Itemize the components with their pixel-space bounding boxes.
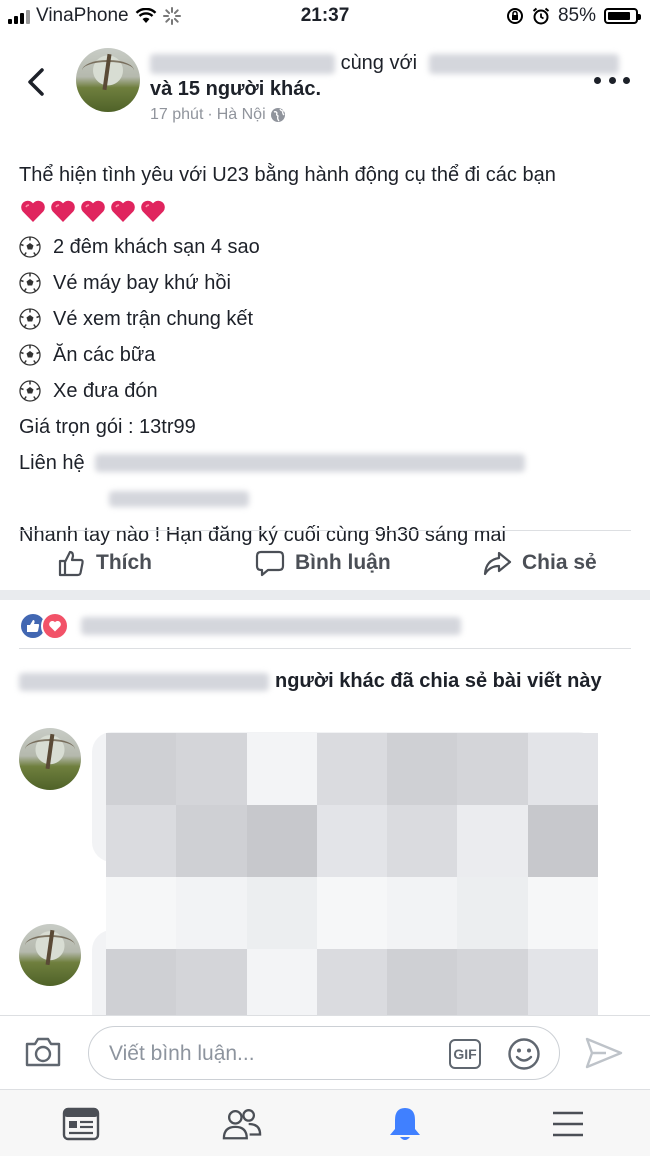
share-label: Chia sẻ — [522, 551, 597, 574]
offer-item: 2 đêm khách sạn 4 sao — [19, 229, 639, 265]
post-actions: Thích Bình luận Chia sẻ — [0, 540, 650, 588]
soccer-ball-icon — [19, 344, 41, 366]
like-button[interactable]: Thích — [56, 548, 152, 578]
camera-button[interactable] — [24, 1036, 62, 1073]
pixelated-comments — [106, 733, 598, 1021]
tab-notifications[interactable] — [385, 1104, 425, 1144]
status-bar: VinaPhone 21:37 85% — [0, 0, 650, 34]
shares-summary[interactable]: người khác đã chia sẻ bài viết này — [19, 670, 602, 693]
contact-info-blurred-2 — [109, 491, 249, 507]
offer-item: Ăn các bữa — [19, 337, 639, 373]
contact-line: Liên hệ — [19, 445, 639, 481]
news-feed-icon — [62, 1107, 100, 1141]
heart-emoji-icon — [51, 200, 75, 222]
reactors-names-blurred[interactable] — [81, 617, 461, 635]
with-text: cùng với — [340, 52, 418, 74]
author-avatar[interactable] — [76, 48, 140, 112]
post-intro: Thể hiện tình yêu với U23 bằng hành động… — [19, 164, 556, 186]
commenter-avatar[interactable] — [19, 924, 81, 986]
battery-percent: 85% — [557, 5, 596, 26]
section-separator — [0, 590, 650, 600]
comment-label: Bình luận — [295, 551, 391, 574]
price-line: Giá trọn gói : 13tr99 — [19, 416, 196, 438]
send-icon — [585, 1037, 623, 1069]
more-icon — [594, 76, 601, 84]
menu-icon — [553, 1111, 583, 1137]
offer-item-text: Xe đưa đón — [53, 380, 158, 402]
comment-button[interactable]: Bình luận — [255, 548, 391, 578]
contact-line-2 — [19, 481, 639, 517]
comment-input[interactable] — [107, 1039, 441, 1069]
tagged-others-link[interactable]: và 15 người khác. — [150, 78, 321, 101]
smiley-icon — [508, 1038, 540, 1070]
share-arrow-icon — [483, 551, 512, 576]
tagged-name-blurred[interactable] — [428, 53, 619, 74]
shares-text: người khác đã chia sẻ bài viết này — [275, 670, 602, 692]
offer-item: Xe đưa đón — [19, 373, 639, 409]
contact-label: Liên hệ — [19, 452, 85, 474]
emoji-button[interactable] — [507, 1037, 541, 1076]
comment-composer: GIF — [0, 1015, 650, 1090]
post-time[interactable]: 17 phút — [150, 106, 203, 124]
post-author-line: cùng với — [150, 52, 619, 75]
love-reaction-icon — [41, 612, 69, 640]
comment-bubble-icon — [255, 550, 285, 577]
divider — [19, 648, 631, 649]
post-location[interactable]: Hà Nội — [217, 106, 266, 124]
offer-item: Vé xem trận chung kết — [19, 301, 639, 337]
more-options-button[interactable] — [594, 68, 630, 92]
battery-icon — [604, 8, 641, 24]
alarm-icon — [532, 7, 550, 25]
soccer-ball-icon — [19, 272, 41, 294]
divider — [19, 530, 631, 531]
reactions-summary[interactable] — [19, 612, 461, 640]
chevron-left-icon — [28, 68, 44, 96]
post-content: Thể hiện tình yêu với U23 bằng hành động… — [19, 157, 639, 553]
soccer-ball-icon — [19, 380, 41, 402]
hearts-row — [19, 193, 639, 229]
comment-field[interactable]: GIF — [88, 1026, 560, 1080]
offer-item-text: Ăn các bữa — [53, 344, 156, 366]
post-meta: 17 phút · Hà Nội — [150, 106, 286, 124]
share-button[interactable]: Chia sẻ — [482, 548, 597, 578]
thumbs-up-icon — [58, 550, 84, 577]
heart-emoji-icon — [111, 200, 135, 222]
contact-info-blurred — [94, 454, 525, 472]
offer-items: 2 đêm khách sạn 4 sao Vé máy bay khứ hồi V… — [19, 229, 639, 409]
send-button[interactable] — [584, 1036, 624, 1075]
offer-item: Vé máy bay khứ hồi — [19, 265, 639, 301]
gif-button[interactable]: GIF — [449, 1039, 481, 1069]
author-name-blurred[interactable] — [150, 53, 335, 74]
status-right: 85% — [506, 5, 641, 27]
like-label: Thích — [96, 551, 152, 574]
offer-item-text: Vé xem trận chung kết — [53, 308, 254, 330]
globe-icon — [270, 108, 285, 122]
commenter-avatar[interactable] — [19, 728, 81, 790]
camera-icon — [25, 1037, 61, 1067]
friends-icon — [222, 1109, 262, 1140]
heart-emoji-icon — [81, 200, 105, 222]
bell-icon — [390, 1108, 420, 1140]
offer-item-text: Vé máy bay khứ hồi — [53, 272, 231, 294]
back-button[interactable] — [22, 62, 52, 102]
soccer-ball-icon — [19, 308, 41, 330]
tab-news-feed[interactable] — [61, 1104, 101, 1144]
tab-friends[interactable] — [222, 1104, 262, 1144]
heart-emoji-icon — [141, 200, 165, 222]
offer-item-text: 2 đêm khách sạn 4 sao — [53, 236, 260, 258]
heart-emoji-icon — [21, 200, 45, 222]
sharer-name-blurred — [19, 672, 269, 691]
bottom-tab-bar — [0, 1089, 650, 1156]
soccer-ball-icon — [19, 236, 41, 258]
tab-menu[interactable] — [548, 1104, 588, 1144]
rotation-lock-icon — [506, 8, 523, 24]
